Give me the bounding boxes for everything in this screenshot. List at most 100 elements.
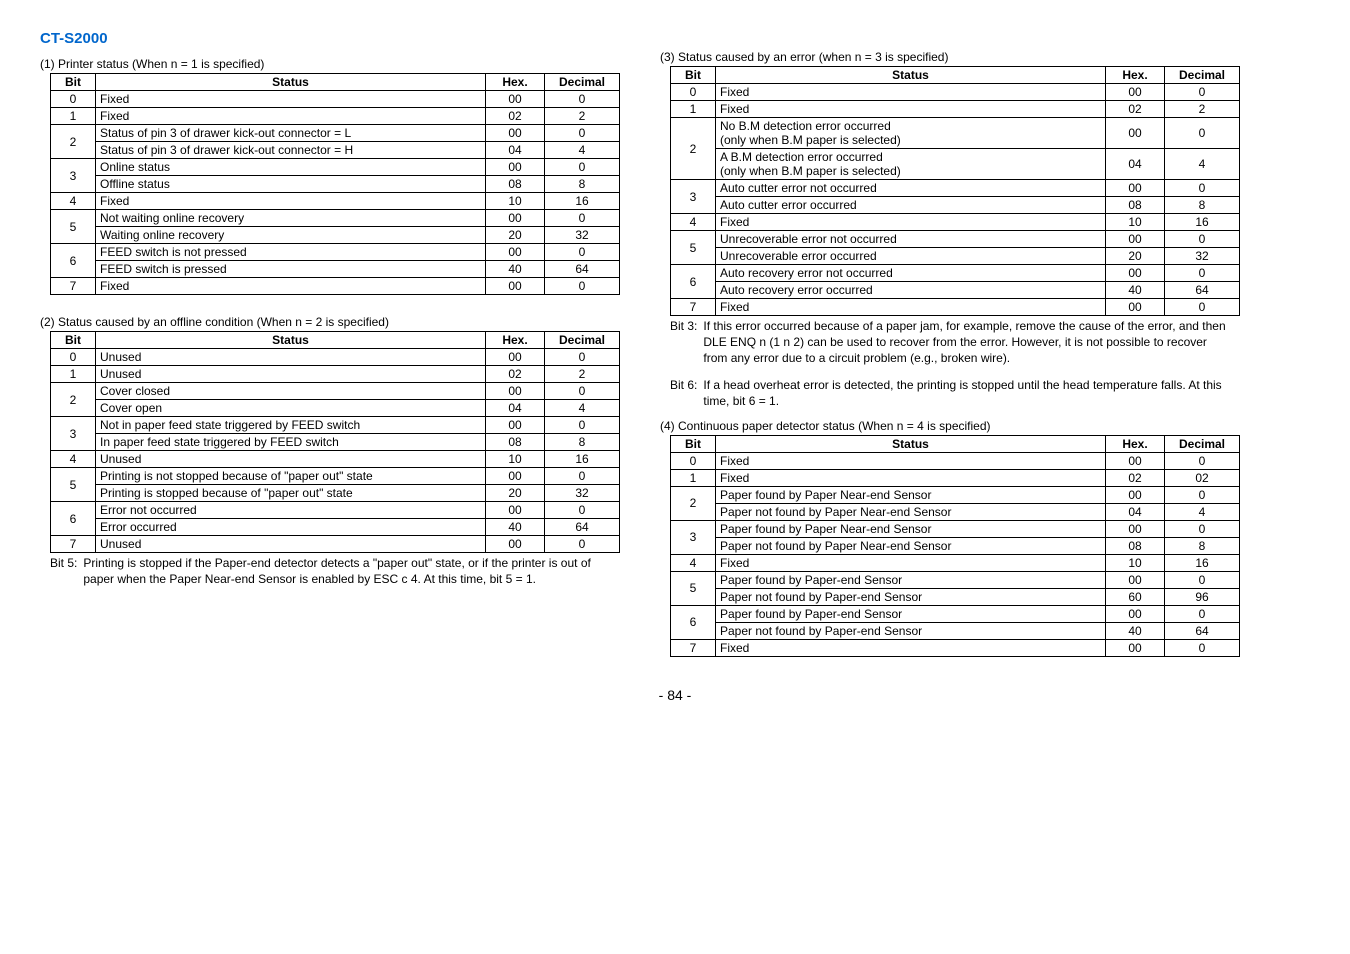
cell-decimal: 16 <box>545 451 620 468</box>
table4-caption: (4) Continuous paper detector status (Wh… <box>660 419 1230 433</box>
table-row: Error occurred4064 <box>51 519 620 536</box>
table-row: Paper not found by Paper-end Sensor4064 <box>671 622 1240 639</box>
cell-status: Fixed <box>716 452 1106 469</box>
col-dec: Decimal <box>1165 435 1240 452</box>
cell-bit: 3 <box>671 520 716 554</box>
cell-status: Auto recovery error not occurred <box>716 265 1106 282</box>
cell-hex: 40 <box>1106 282 1165 299</box>
cell-bit: 6 <box>671 605 716 639</box>
cell-hex: 00 <box>486 468 545 485</box>
note-bit3: Bit 3: If this error occurred because of… <box>670 318 1230 367</box>
table-row: A B.M detection error occurred (only whe… <box>671 149 1240 180</box>
table-row: 5Not waiting online recovery000 <box>51 210 620 227</box>
note-bit6-label: Bit 6: <box>670 377 697 409</box>
cell-status: Not waiting online recovery <box>96 210 486 227</box>
cell-status: Fixed <box>716 101 1106 118</box>
cell-decimal: 0 <box>545 210 620 227</box>
col-bit: Bit <box>671 435 716 452</box>
table-row: Paper not found by Paper Near-end Sensor… <box>671 537 1240 554</box>
cell-hex: 00 <box>486 125 545 142</box>
cell-bit: 0 <box>671 452 716 469</box>
cell-bit: 4 <box>671 214 716 231</box>
cell-bit: 6 <box>51 502 96 536</box>
cell-decimal: 0 <box>1165 520 1240 537</box>
cell-hex: 00 <box>1106 605 1165 622</box>
cell-hex: 00 <box>1106 486 1165 503</box>
cell-status: Paper not found by Paper Near-end Sensor <box>716 503 1106 520</box>
cell-status: Paper not found by Paper-end Sensor <box>716 588 1106 605</box>
cell-hex: 08 <box>486 434 545 451</box>
cell-bit: 6 <box>671 265 716 299</box>
table-row: In paper feed state triggered by FEED sw… <box>51 434 620 451</box>
cell-hex: 04 <box>486 400 545 417</box>
cell-decimal: 96 <box>1165 588 1240 605</box>
cell-status: Auto recovery error occurred <box>716 282 1106 299</box>
cell-decimal: 0 <box>545 383 620 400</box>
cell-status: Fixed <box>96 278 486 295</box>
table-row: 2Cover closed000 <box>51 383 620 400</box>
cell-decimal: 4 <box>1165 149 1240 180</box>
table-row: Cover open044 <box>51 400 620 417</box>
cell-bit: 1 <box>51 366 96 383</box>
cell-hex: 00 <box>1106 452 1165 469</box>
cell-status: Error occurred <box>96 519 486 536</box>
cell-hex: 00 <box>486 210 545 227</box>
cell-decimal: 0 <box>1165 299 1240 316</box>
cell-status: Unrecoverable error not occurred <box>716 231 1106 248</box>
cell-status: Paper found by Paper-end Sensor <box>716 605 1106 622</box>
table-row: 3Not in paper feed state triggered by FE… <box>51 417 620 434</box>
table-row: Offline status088 <box>51 176 620 193</box>
cell-status: Printing is stopped because of "paper ou… <box>96 485 486 502</box>
cell-hex: 04 <box>486 142 545 159</box>
col-hex: Hex. <box>486 332 545 349</box>
cell-decimal: 0 <box>1165 452 1240 469</box>
table-row: Paper not found by Paper-end Sensor6096 <box>671 588 1240 605</box>
table-row: 1Unused022 <box>51 366 620 383</box>
table-row: 6FEED switch is not pressed000 <box>51 244 620 261</box>
cell-hex: 00 <box>486 278 545 295</box>
cell-status: Online status <box>96 159 486 176</box>
table-row: 0Fixed000 <box>51 91 620 108</box>
cell-bit: 2 <box>671 118 716 180</box>
cell-status: Cover open <box>96 400 486 417</box>
table1-caption: (1) Printer status (When n = 1 is specif… <box>40 57 610 71</box>
cell-decimal: 8 <box>1165 537 1240 554</box>
cell-hex: 00 <box>486 383 545 400</box>
cell-hex: 10 <box>486 193 545 210</box>
cell-hex: 00 <box>1106 84 1165 101</box>
cell-bit: 2 <box>51 383 96 417</box>
table-row: FEED switch is pressed4064 <box>51 261 620 278</box>
cell-status: FEED switch is pressed <box>96 261 486 278</box>
table-row: 6Auto recovery error not occurred000 <box>671 265 1240 282</box>
cell-decimal: 16 <box>1165 214 1240 231</box>
table-row: Unrecoverable error occurred2032 <box>671 248 1240 265</box>
col-bit: Bit <box>51 74 96 91</box>
cell-decimal: 0 <box>1165 571 1240 588</box>
table-row: 5Printing is not stopped because of "pap… <box>51 468 620 485</box>
cell-decimal: 0 <box>1165 84 1240 101</box>
table-row: Waiting online recovery2032 <box>51 227 620 244</box>
page-number: - 84 - <box>40 687 1310 703</box>
cell-status: Unrecoverable error occurred <box>716 248 1106 265</box>
cell-status: Not in paper feed state triggered by FEE… <box>96 417 486 434</box>
table-error-status: Bit Status Hex. Decimal 0Fixed0001Fixed0… <box>670 66 1240 316</box>
cell-hex: 08 <box>1106 197 1165 214</box>
note-bit6-text: If a head overheat error is detected, th… <box>697 377 1230 409</box>
table-row: Printing is stopped because of "paper ou… <box>51 485 620 502</box>
cell-hex: 04 <box>1106 503 1165 520</box>
note-bit5-label: Bit 5: <box>50 555 77 587</box>
cell-hex: 00 <box>1106 520 1165 537</box>
cell-status: Unused <box>96 366 486 383</box>
cell-hex: 40 <box>486 519 545 536</box>
cell-bit: 5 <box>671 231 716 265</box>
cell-decimal: 4 <box>1165 503 1240 520</box>
cell-status: Auto cutter error occurred <box>716 197 1106 214</box>
cell-decimal: 32 <box>1165 248 1240 265</box>
cell-bit: 4 <box>51 193 96 210</box>
cell-status: Fixed <box>716 84 1106 101</box>
cell-bit: 0 <box>51 91 96 108</box>
cell-decimal: 32 <box>545 485 620 502</box>
cell-hex: 02 <box>1106 101 1165 118</box>
cell-hex: 20 <box>486 485 545 502</box>
table-row: 6Error not occurred000 <box>51 502 620 519</box>
